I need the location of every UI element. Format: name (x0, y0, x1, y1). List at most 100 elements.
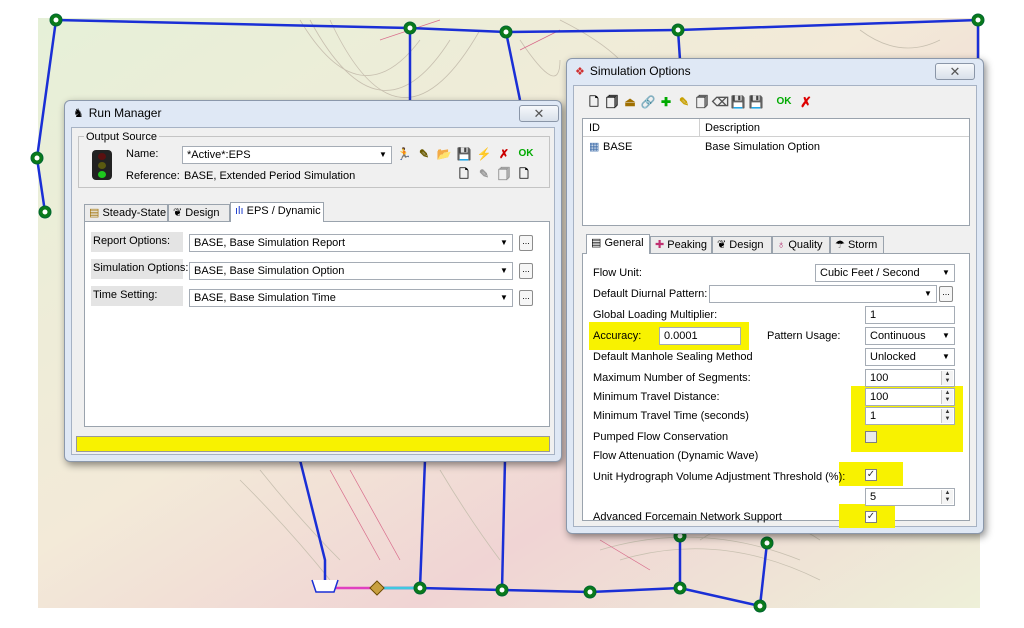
forcemain-checkbox[interactable]: ✓ (865, 511, 877, 523)
lightning-icon[interactable]: ⚡ (476, 146, 492, 162)
import-icon[interactable]: ⏏ (622, 94, 638, 110)
min-travel-distance-value: 100 (870, 391, 889, 403)
max-segments-input[interactable]: 100 ▲ ▼ (865, 369, 955, 387)
tab-steady-state[interactable]: ▤ Steady-State (84, 204, 168, 222)
quality-icon: ♁ (777, 239, 786, 251)
spinner-arrows-icon[interactable]: ▲ ▼ (941, 409, 953, 423)
link-icon[interactable]: 🔗 (640, 94, 656, 110)
simulation-options-close-button[interactable]: ✕ (935, 63, 975, 80)
scenario-icon: ▦ (589, 141, 600, 153)
notes-icon[interactable]: ✎ (416, 146, 432, 162)
simulation-options-value: BASE, Base Simulation Option (194, 265, 345, 277)
cancel-icon[interactable]: ✗ (798, 94, 814, 110)
tab-storm[interactable]: ☂ Storm (830, 236, 884, 254)
tab-general[interactable]: ▤ General (586, 234, 650, 254)
flow-attenuation-checkbox[interactable]: ✓ (865, 469, 877, 481)
chevron-down-icon: ▼ (942, 268, 950, 277)
run-icon[interactable]: 🏃 (396, 146, 412, 162)
list-header-description: Description (705, 122, 761, 134)
eraser-icon[interactable]: ⌫ (712, 94, 729, 110)
global-loading-input[interactable]: 1 (865, 306, 955, 324)
save-all-icon[interactable]: 💾 (748, 94, 764, 110)
ok-button[interactable]: OK (516, 146, 536, 162)
manhole-sealing-value: Unlocked (870, 351, 916, 363)
stop-run-icon[interactable]: ✗ (496, 146, 512, 162)
add-icon[interactable]: ✚ (658, 94, 674, 110)
edit-icon[interactable]: ✎ (476, 166, 492, 182)
diurnal-pattern-ellipsis-button[interactable]: ... (939, 286, 953, 302)
simulation-options-window: ❖ Simulation Options ✕ 🗋 🗍 ⏏ 🔗 ✚ ✎ 🗍 ⌫ 💾… (566, 58, 984, 534)
run-manager-client: Output Source Name: *Active*:EPS ▼ 🏃 ✎ 📂… (71, 127, 555, 455)
max-segments-label: Maximum Number of Segments: (593, 372, 751, 384)
simulation-options-client: 🗋 🗍 ⏏ 🔗 ✚ ✎ 🗍 ⌫ 💾 💾 OK ✗ ID Description … (573, 85, 977, 528)
tab-eps-dynamic[interactable]: ılı EPS / Dynamic (230, 202, 324, 222)
new-icon[interactable]: 🗋 (586, 94, 602, 110)
flow-attenuation-label: Flow Attenuation (Dynamic Wave) (593, 450, 759, 462)
tab-design[interactable]: ❦ Design (712, 236, 772, 254)
diurnal-pattern-select[interactable]: ▼ (709, 285, 937, 303)
flow-unit-select[interactable]: Cubic Feet / Second ▼ (815, 264, 955, 282)
min-travel-distance-input[interactable]: 100 ▲ ▼ (865, 388, 955, 406)
simulation-options-titlebar[interactable]: ❖ Simulation Options (567, 59, 983, 83)
accuracy-input[interactable]: 0.0001 (659, 327, 741, 345)
simulation-options-title: Simulation Options (589, 64, 691, 78)
simulation-options-label: Simulation Options: (93, 262, 189, 274)
save-icon[interactable]: 💾 (456, 146, 472, 162)
peaking-icon: ✚ (655, 239, 665, 251)
list-row-id: BASE (603, 141, 633, 153)
pattern-usage-select[interactable]: Continuous ▼ (865, 327, 955, 345)
run-manager-titlebar[interactable]: ♞ Run Manager (65, 101, 561, 125)
chevron-down-icon: ▼ (500, 238, 508, 247)
tab-steady-state-label: Steady-State (102, 207, 167, 219)
reference-label: Reference: (126, 170, 180, 182)
unit-hydrograph-input[interactable]: 5 ▲ ▼ (865, 488, 955, 506)
ok-button[interactable]: OK (774, 94, 794, 110)
tab-quality[interactable]: ♁ Quality (772, 236, 830, 254)
general-tab-panel: Flow Unit: Cubic Feet / Second ▼ Default… (582, 253, 970, 528)
chevron-down-icon: ▼ (500, 266, 508, 275)
traffic-light-icon (92, 150, 112, 180)
pumped-flow-checkbox[interactable] (865, 431, 877, 443)
duplicate-icon[interactable]: 🗍 (604, 94, 620, 110)
tab-design[interactable]: ❦ Design (168, 204, 230, 222)
toolbar: 🗋 🗍 ⏏ 🔗 ✚ ✎ 🗍 ⌫ 💾 💾 OK ✗ (578, 94, 974, 114)
forcemain-label: Advanced Forcemain Network Support (593, 511, 782, 523)
run-manager-close-button[interactable]: ✕ (519, 105, 559, 122)
tab-design-label: Design (729, 239, 764, 251)
save-icon[interactable]: 💾 (730, 94, 746, 110)
manhole-sealing-select[interactable]: Unlocked ▼ (865, 348, 955, 366)
scenario-list[interactable]: ID Description ▦ BASE Base Simulation Op… (582, 118, 970, 226)
chevron-down-icon: ▼ (942, 331, 950, 340)
reference-value: BASE, Extended Period Simulation (184, 170, 356, 182)
time-setting-ellipsis-button[interactable]: ... (519, 290, 533, 306)
list-row[interactable]: ▦ BASE Base Simulation Option (583, 139, 969, 155)
copy-icon[interactable]: 🗍 (496, 166, 512, 182)
copy-icon[interactable]: 🗍 (694, 94, 710, 110)
min-travel-time-input[interactable]: 1 ▲ ▼ (865, 407, 955, 425)
tab-peaking[interactable]: ✚ Peaking (650, 236, 712, 254)
global-loading-label: Global Loading Multiplier: (593, 309, 718, 321)
design-icon: ❦ (717, 239, 727, 251)
spinner-arrows-icon[interactable]: ▲ ▼ (941, 490, 953, 504)
chevron-down-icon: ▼ (924, 289, 932, 298)
diurnal-pattern-label: Default Diurnal Pattern: (593, 288, 708, 300)
simulation-options-select[interactable]: BASE, Base Simulation Option ▼ (189, 262, 513, 280)
manhole-sealing-label: Default Manhole Sealing Method (593, 351, 753, 363)
delete-icon[interactable]: 🗋 (516, 166, 532, 182)
spinner-arrows-icon[interactable]: ▲ ▼ (941, 371, 953, 385)
design-icon: ❦ (173, 207, 183, 219)
time-setting-select[interactable]: BASE, Base Simulation Time ▼ (189, 289, 513, 307)
edit-icon[interactable]: ✎ (676, 94, 692, 110)
simulation-options-ellipsis-button[interactable]: ... (519, 263, 533, 279)
report-options-ellipsis-button[interactable]: ... (519, 235, 533, 251)
run-manager-title: Run Manager (88, 106, 162, 120)
new-icon[interactable]: 🗋 (456, 166, 472, 182)
spinner-arrows-icon[interactable]: ▲ ▼ (941, 390, 953, 404)
tab-quality-label: Quality (788, 239, 823, 251)
open-folder-icon[interactable]: 📂 (436, 146, 452, 162)
name-select[interactable]: *Active*:EPS ▼ (182, 146, 392, 164)
min-travel-time-label: Minimum Travel Time (seconds) (593, 410, 749, 422)
list-header-divider (699, 119, 700, 137)
report-options-select[interactable]: BASE, Base Simulation Report ▼ (189, 234, 513, 252)
report-options-label: Report Options: (93, 235, 171, 247)
